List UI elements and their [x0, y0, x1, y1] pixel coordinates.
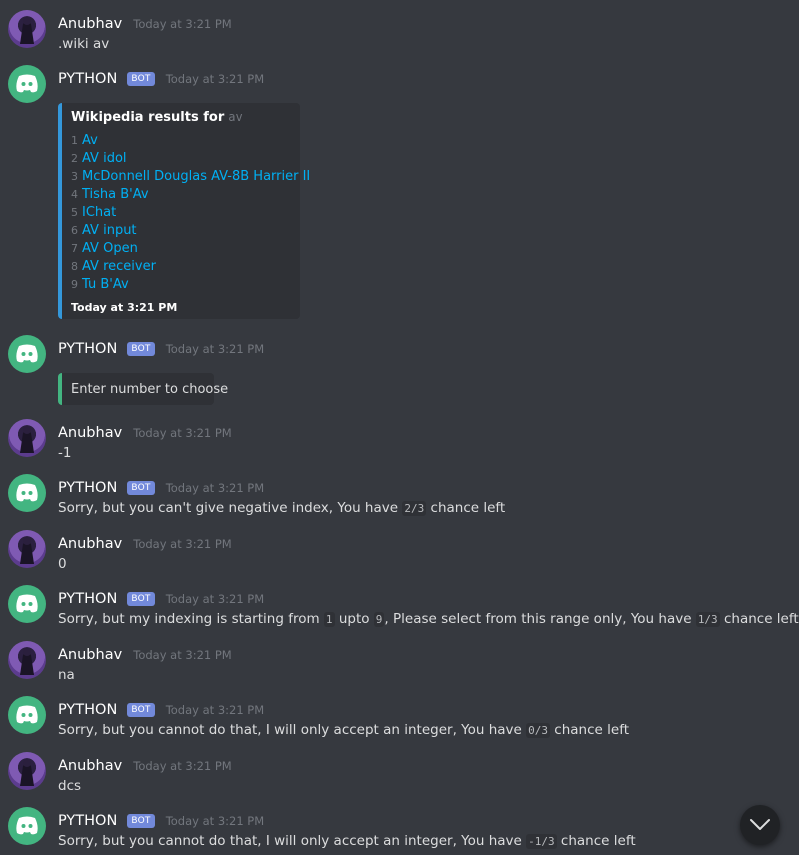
- user-avatar-icon[interactable]: [8, 10, 46, 48]
- message-text: Sorry, but you cannot do that, I will on…: [58, 833, 636, 849]
- message-text: 0: [58, 556, 67, 572]
- message-text: dcs: [58, 778, 82, 794]
- author-name[interactable]: PYTHON: [58, 341, 117, 357]
- timestamp: Today at 3:21 PM: [133, 537, 232, 551]
- message-bot: PYTHON BOT Today at 3:21 PM Sorry, but y…: [0, 474, 799, 524]
- timestamp: Today at 3:21 PM: [165, 72, 265, 86]
- discord-logo-icon[interactable]: [8, 585, 46, 623]
- bot-badge: BOT: [127, 72, 155, 86]
- embed-description: Enter number to choose: [71, 382, 229, 397]
- result-link[interactable]: AV receiver: [82, 259, 156, 274]
- author-name[interactable]: Anubhav: [58, 16, 122, 32]
- author-name[interactable]: PYTHON: [58, 702, 117, 718]
- scroll-to-bottom-button[interactable]: [740, 805, 780, 845]
- user-avatar-icon[interactable]: [8, 419, 46, 457]
- timestamp: Today at 3:21 PM: [165, 592, 265, 606]
- message-bot: PYTHON BOT Today at 3:21 PM Sorry, but y…: [0, 696, 799, 746]
- message-text: -1: [58, 445, 72, 461]
- timestamp: Today at 3:21 PM: [165, 342, 265, 356]
- result-link[interactable]: Tu B'Av: [82, 277, 129, 292]
- bot-badge: BOT: [127, 703, 155, 717]
- inline-code: 2/3: [402, 501, 427, 516]
- author-name[interactable]: Anubhav: [58, 758, 122, 774]
- result-item[interactable]: 7 AV Open: [71, 241, 138, 256]
- timestamp: Today at 3:21 PM: [165, 814, 265, 828]
- user-avatar-icon[interactable]: [8, 530, 46, 568]
- discord-logo-icon[interactable]: [8, 807, 46, 845]
- message-feed: Anubhav Today at 3:21 PM .wiki av PYTHON…: [0, 0, 799, 855]
- result-item[interactable]: 6 AV input: [71, 223, 137, 238]
- author-name[interactable]: Anubhav: [58, 647, 122, 663]
- bot-badge: BOT: [127, 592, 155, 606]
- result-link[interactable]: AV idol: [82, 151, 127, 166]
- result-item[interactable]: 4 Tisha B'Av: [71, 187, 149, 202]
- message-user: Anubhav Today at 3:21 PM 0: [0, 530, 799, 580]
- message-bot: PYTHON BOT Today at 3:21 PM Sorry, but y…: [0, 807, 799, 855]
- wikipedia-results-embed: Wikipedia results for av 1 Av 2 AV idol 3 Mc…: [58, 103, 310, 319]
- timestamp: Today at 3:21 PM: [165, 703, 265, 717]
- inline-code: -1/3: [526, 834, 557, 849]
- author-name[interactable]: Anubhav: [58, 425, 122, 441]
- message-user: Anubhav Today at 3:21 PM na: [0, 641, 799, 691]
- discord-logo-icon[interactable]: [8, 65, 46, 103]
- message-text: Sorry, but you cannot do that, I will on…: [58, 722, 629, 738]
- inline-code: 1: [323, 612, 335, 627]
- author-name[interactable]: PYTHON: [58, 480, 117, 496]
- result-link[interactable]: McDonnell Douglas AV-8B Harrier II: [82, 169, 310, 184]
- author-name[interactable]: PYTHON: [58, 591, 117, 607]
- bot-badge: BOT: [127, 481, 155, 495]
- result-link[interactable]: AV Open: [82, 241, 138, 256]
- embed-footer: Today at 3:21 PM: [71, 301, 178, 314]
- message-bot: PYTHON BOT Today at 3:21 PM Sorry, but m…: [0, 585, 799, 635]
- inline-code: 9: [373, 612, 385, 627]
- result-item[interactable]: 5 IChat: [71, 205, 116, 220]
- result-item[interactable]: 8 AV receiver: [71, 259, 156, 274]
- discord-logo-icon[interactable]: [8, 474, 46, 512]
- result-link[interactable]: AV input: [82, 223, 137, 238]
- discord-logo-icon[interactable]: [8, 335, 46, 373]
- result-item[interactable]: 2 AV idol: [71, 151, 127, 166]
- message-bot: PYTHON BOT Today at 3:21 PM Wikipedia re…: [0, 65, 799, 325]
- timestamp: Today at 3:21 PM: [133, 759, 232, 773]
- result-link[interactable]: Av: [82, 133, 98, 148]
- embed-query: av: [228, 110, 243, 124]
- author-name[interactable]: PYTHON: [58, 71, 117, 87]
- timestamp: Today at 3:21 PM: [133, 426, 232, 440]
- bot-badge: BOT: [127, 342, 155, 356]
- embed-title: Wikipedia results for av: [71, 110, 243, 125]
- user-avatar-icon[interactable]: [8, 641, 46, 679]
- message-user: Anubhav Today at 3:21 PM .wiki av: [0, 10, 799, 60]
- chevron-down-icon: [750, 819, 770, 830]
- choose-prompt-embed: Enter number to choose: [58, 373, 228, 405]
- bot-badge: BOT: [127, 814, 155, 828]
- author-name[interactable]: Anubhav: [58, 536, 122, 552]
- timestamp: Today at 3:21 PM: [133, 17, 232, 31]
- message-text: na: [58, 667, 75, 683]
- result-item[interactable]: 3 McDonnell Douglas AV-8B Harrier II: [71, 169, 310, 184]
- message-bot: PYTHON BOT Today at 3:21 PM Enter number…: [0, 335, 799, 410]
- message-user: Anubhav Today at 3:21 PM dcs: [0, 752, 799, 802]
- message-user: Anubhav Today at 3:21 PM -1: [0, 419, 799, 469]
- timestamp: Today at 3:21 PM: [165, 481, 265, 495]
- message-text: .wiki av: [58, 36, 110, 52]
- message-text: Sorry, but you can't give negative index…: [58, 500, 506, 516]
- inline-code: 0/3: [526, 723, 551, 738]
- message-text: Sorry, but my indexing is starting from …: [58, 611, 799, 627]
- timestamp: Today at 3:21 PM: [133, 648, 232, 662]
- discord-logo-icon[interactable]: [8, 696, 46, 734]
- result-item[interactable]: 9 Tu B'Av: [71, 277, 129, 292]
- author-name[interactable]: PYTHON: [58, 813, 117, 829]
- result-link[interactable]: IChat: [82, 205, 116, 220]
- result-item[interactable]: 1 Av: [71, 133, 98, 148]
- user-avatar-icon[interactable]: [8, 752, 46, 790]
- inline-code: 1/3: [695, 612, 720, 627]
- result-link[interactable]: Tisha B'Av: [82, 187, 149, 202]
